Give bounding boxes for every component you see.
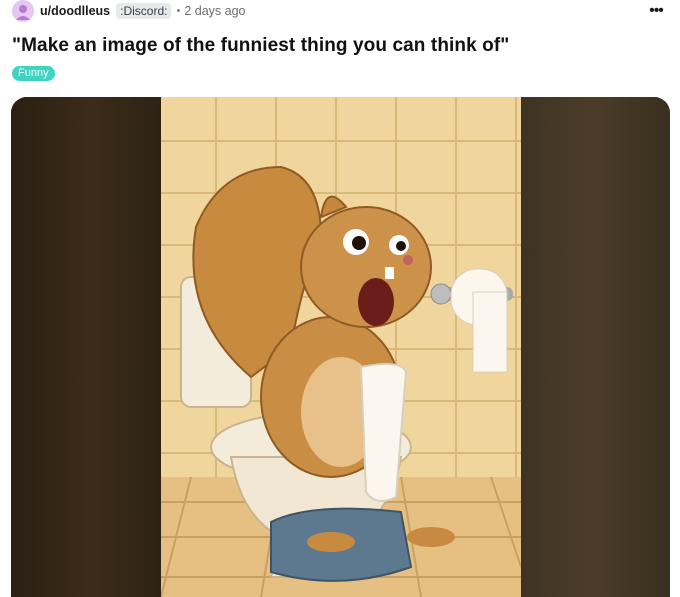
post-timestamp: 2 days ago: [184, 4, 246, 18]
post-image[interactable]: [161, 97, 521, 597]
post-title[interactable]: "Make an image of the funniest thing you…: [12, 35, 509, 57]
user-avatar[interactable]: [12, 0, 34, 22]
post-meta: u/doodlleus :Discord: • 2 days ago: [12, 0, 246, 22]
post-image-container[interactable]: [11, 97, 670, 597]
post-card: u/doodlleus :Discord: • 2 days ago ••• "…: [0, 0, 680, 597]
more-options-icon: •••: [649, 2, 664, 19]
meta-separator: •: [176, 5, 181, 17]
post-flair-tag[interactable]: Funny: [12, 66, 55, 81]
username-link[interactable]: u/doodlleus: [40, 4, 110, 18]
avatar-icon: [12, 0, 34, 22]
user-flair-badge: :Discord:: [116, 3, 172, 19]
more-options-button[interactable]: •••: [646, 2, 666, 20]
